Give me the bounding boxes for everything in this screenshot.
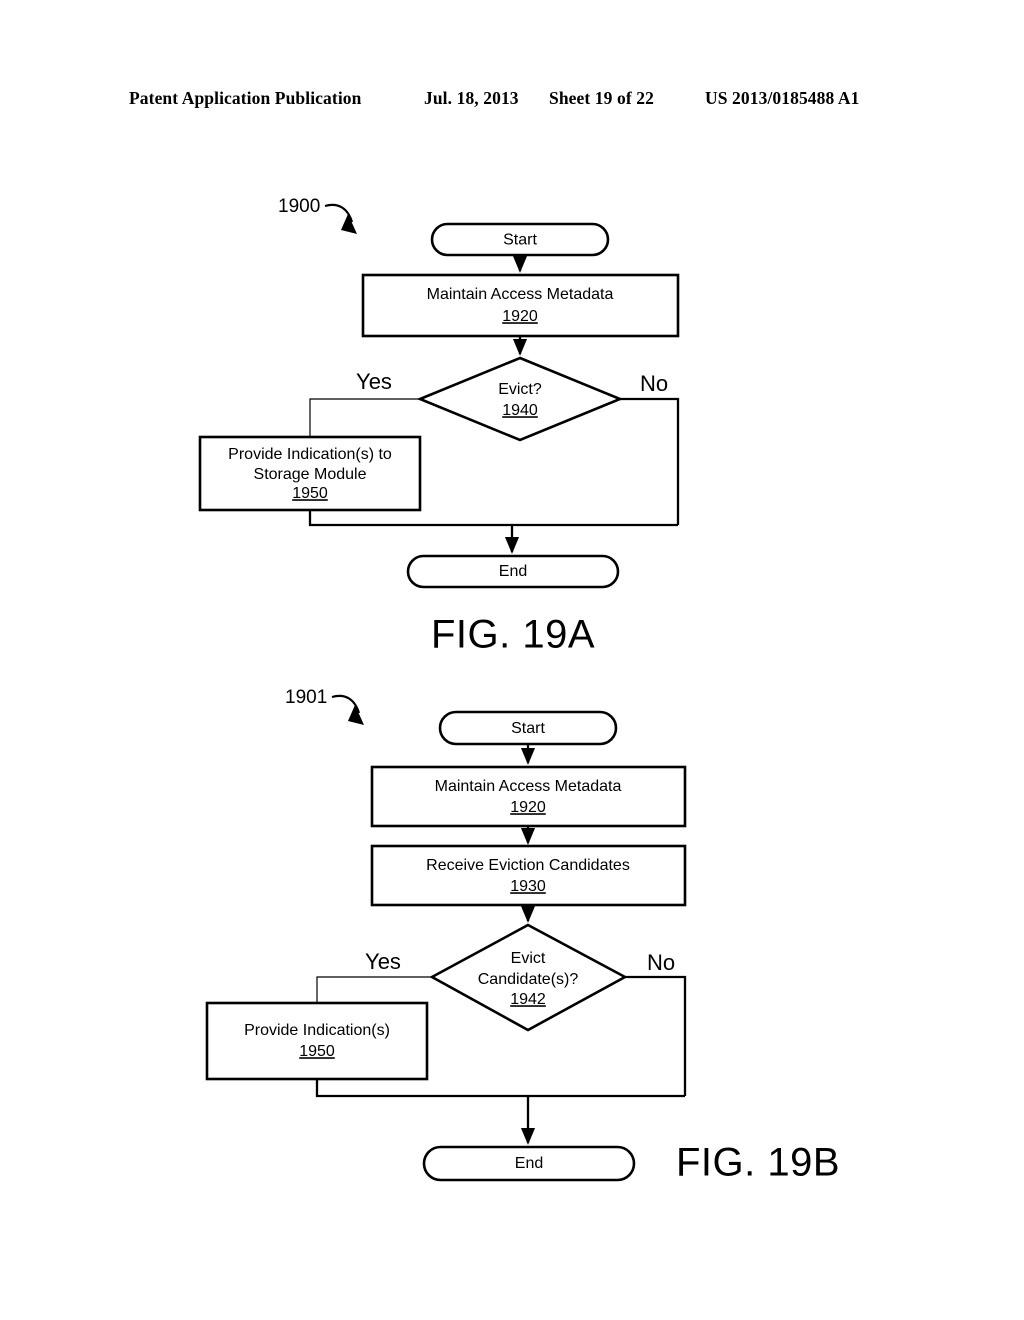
- figure-19b: 1901 Start Maintain Access Metadata 1920…: [205, 687, 840, 1185]
- connector-provide-to-merge-19b: [315, 1079, 685, 1098]
- node-decision-evict-candidates-19b-ref: 1942: [510, 991, 546, 1008]
- node-maintain-19a-label: Maintain Access Metadata: [427, 286, 614, 303]
- node-provide-19b: [205, 1001, 429, 1081]
- node-end-19b-label: End: [515, 1155, 543, 1172]
- connector-no-19b: [625, 975, 687, 1096]
- node-provide-19b-label: Provide Indication(s): [244, 1022, 390, 1039]
- node-decision-evict-19a-ref: 1940: [502, 402, 538, 419]
- node-maintain-19b-label: Maintain Access Metadata: [435, 778, 622, 795]
- node-decision-evict-candidates-19b-label-line1: Evict: [511, 950, 546, 967]
- node-end-19a-label: End: [499, 563, 527, 580]
- node-provide-19b-ref: 1950: [299, 1043, 335, 1060]
- node-provide-19a-ref: 1950: [292, 485, 328, 502]
- patent-drawing-page: Patent Application Publication Jul. 18, …: [0, 0, 1024, 1320]
- connector-provide-to-merge-19a: [308, 510, 678, 527]
- flow-reference-1900-arrowhead: [341, 214, 357, 234]
- branch-label-yes-19a: Yes: [356, 369, 392, 394]
- node-start-19a-label: Start: [503, 232, 537, 249]
- node-receive-19b: [370, 844, 687, 907]
- node-provide-19a-label-line1: Provide Indication(s) to: [228, 446, 392, 463]
- node-maintain-19b-ref: 1920: [510, 799, 546, 816]
- node-maintain-19b: [370, 765, 687, 828]
- node-maintain-19a-ref: 1920: [502, 308, 538, 325]
- connector-yes-19a: [309, 398, 420, 437]
- connector-yes-19b: [316, 976, 432, 1003]
- branch-label-yes-19b: Yes: [365, 949, 401, 974]
- flow-reference-1900: 1900: [278, 196, 320, 217]
- figure-19a: 1900 Start Maintain Access Metadata 1920…: [198, 196, 680, 657]
- node-provide-19a-label-line2: Storage Module: [254, 466, 367, 483]
- branch-label-no-19b: No: [647, 950, 675, 975]
- node-receive-19b-label: Receive Eviction Candidates: [426, 857, 630, 874]
- figure-caption-19a: FIG. 19A: [431, 613, 595, 657]
- node-decision-evict-19a: [416, 356, 624, 442]
- flow-reference-1901-arrowhead: [348, 705, 364, 725]
- node-maintain-19a: [361, 273, 680, 338]
- node-receive-19b-ref: 1930: [510, 878, 546, 895]
- flow-reference-1901: 1901: [285, 687, 327, 708]
- connector-no-19a: [620, 397, 680, 525]
- figure-caption-19b: FIG. 19B: [676, 1141, 840, 1185]
- node-decision-evict-candidates-19b-label-line2: Candidate(s)?: [478, 971, 579, 988]
- flowchart-canvas: 1900 Start Maintain Access Metadata 1920…: [198, 196, 840, 1185]
- node-start-19b-label: Start: [511, 720, 545, 737]
- branch-label-no-19a: No: [640, 371, 668, 396]
- node-decision-evict-19a-label: Evict?: [498, 381, 542, 398]
